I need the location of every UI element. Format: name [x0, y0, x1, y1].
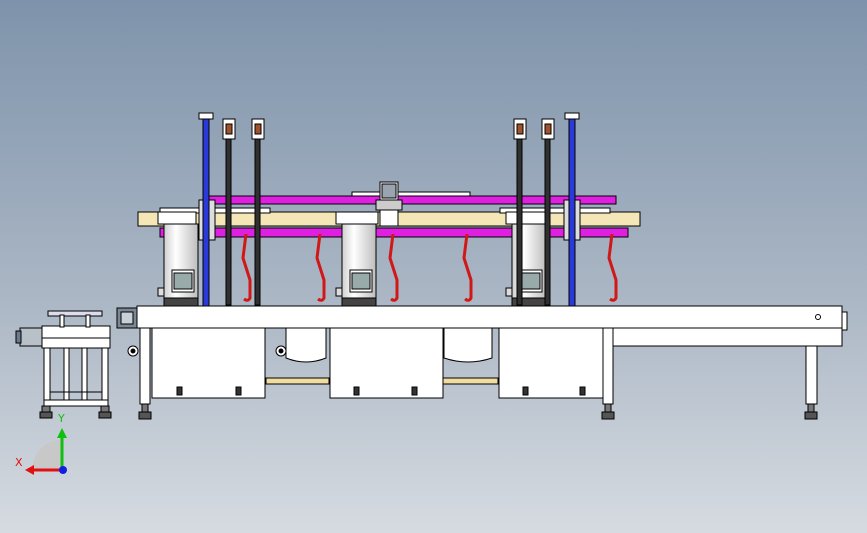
hook-3: [388, 233, 399, 302]
hook-2: [315, 233, 326, 302]
upper-magenta-rail: [207, 195, 617, 205]
conveyor-tail: [609, 327, 843, 347]
x-axis-label: X: [15, 456, 23, 469]
cabinet-2: [329, 327, 444, 399]
cad-viewport[interactable]: Y X: [0, 0, 867, 533]
tank-1: [157, 211, 199, 307]
hook-1: [241, 233, 252, 302]
conveyor-bed: [116, 305, 848, 420]
y-axis-label: Y: [58, 412, 65, 425]
left-blue-post: [202, 118, 210, 307]
tank-3: [505, 211, 549, 307]
left-stand: [15, 310, 112, 419]
left-motor: [19, 327, 43, 347]
coordinate-triad-icon: [25, 428, 67, 475]
stand-top: [41, 325, 111, 349]
hook-5: [607, 233, 618, 302]
cabinet-1: [151, 327, 266, 399]
gantry: [137, 181, 641, 241]
machine-drawing: [15, 112, 848, 475]
right-blue-post: [568, 118, 576, 307]
cabinet-3: [498, 327, 611, 399]
tank-2: [335, 211, 379, 307]
conveyor-top-rail: [136, 305, 843, 329]
red-hooks: [241, 233, 618, 302]
hook-4: [462, 233, 473, 302]
